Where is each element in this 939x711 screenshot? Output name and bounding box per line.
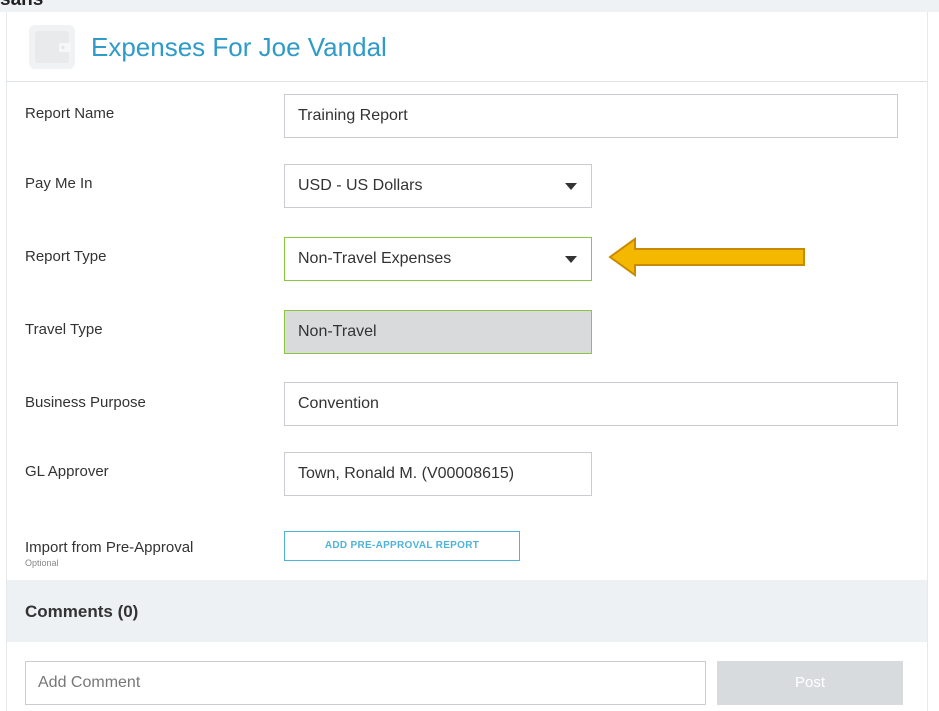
gl-approver-field[interactable]: Town, Ronald M. (V00008615) bbox=[284, 452, 592, 496]
comments-title: Comments (0) bbox=[25, 602, 139, 621]
page-title: Expenses For Joe Vandal bbox=[91, 32, 387, 62]
chevron-down-icon bbox=[565, 256, 577, 263]
post-comment-button[interactable]: Post bbox=[717, 661, 903, 705]
travel-type-label: Travel Type bbox=[25, 321, 103, 338]
business-purpose-label: Business Purpose bbox=[25, 394, 146, 411]
add-comment-input[interactable] bbox=[25, 661, 706, 705]
report-name-field[interactable]: Training Report bbox=[284, 94, 898, 138]
pay-me-in-value: USD - US Dollars bbox=[298, 177, 423, 194]
travel-type-field: Non-Travel bbox=[284, 310, 592, 354]
business-purpose-value: Convention bbox=[298, 395, 379, 412]
gl-approver-label: GL Approver bbox=[25, 463, 109, 480]
wallet-icon bbox=[29, 25, 75, 69]
panel-header: Expenses For Joe Vandal bbox=[7, 12, 927, 82]
business-purpose-field[interactable]: Convention bbox=[284, 382, 898, 426]
chevron-down-icon bbox=[565, 183, 577, 190]
pay-me-in-label: Pay Me In bbox=[25, 175, 93, 192]
top-strip bbox=[0, 0, 939, 12]
gl-approver-value: Town, Ronald M. (V00008615) bbox=[298, 465, 515, 482]
optional-tag: Optional bbox=[25, 558, 59, 568]
add-pre-approval-report-button[interactable]: ADD PRE-APPROVAL REPORT bbox=[284, 531, 520, 561]
report-type-value: Non-Travel Expenses bbox=[298, 250, 452, 267]
pay-me-in-select[interactable]: USD - US Dollars bbox=[284, 164, 592, 208]
report-type-label: Report Type bbox=[25, 248, 107, 265]
travel-type-value: Non-Travel bbox=[298, 323, 377, 340]
arrow-left-icon bbox=[608, 237, 805, 277]
report-type-select[interactable]: Non-Travel Expenses bbox=[284, 237, 592, 281]
import-pre-approval-label: Import from Pre-Approval bbox=[25, 539, 194, 556]
expense-report-panel: Expenses For Joe Vandal Report Name Trai… bbox=[6, 12, 928, 711]
report-name-value: Training Report bbox=[298, 107, 408, 124]
comments-section-header: Comments (0) bbox=[7, 580, 927, 642]
cut-off-heading: sans bbox=[0, 0, 43, 10]
report-name-label: Report Name bbox=[25, 105, 115, 122]
